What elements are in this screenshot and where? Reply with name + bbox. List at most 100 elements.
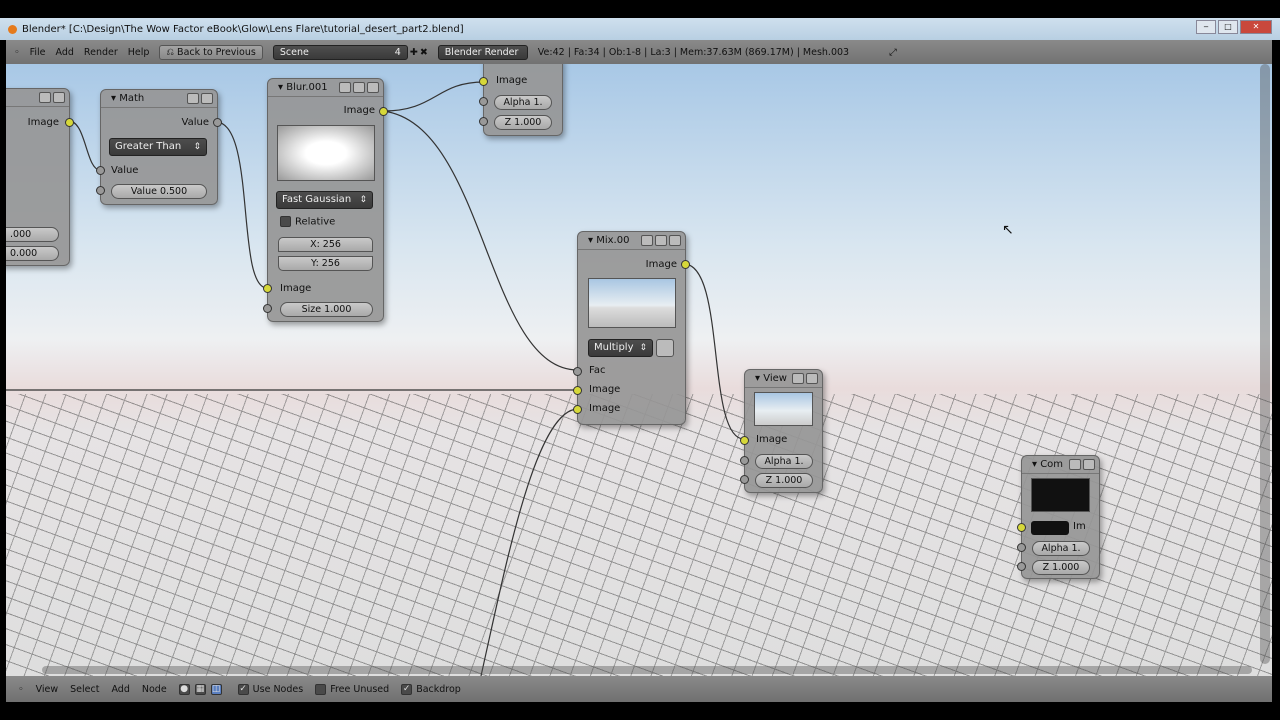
z-field[interactable]: Z 1.000 <box>1032 560 1090 575</box>
horizontal-scrollbar[interactable] <box>42 666 1252 674</box>
input-socket[interactable] <box>263 284 272 293</box>
node-editor-canvas[interactable]: Image .000 0.000 ▾ Math Value Greater Th… <box>6 64 1272 676</box>
input-socket[interactable] <box>573 405 582 414</box>
add-scene-icon[interactable]: ✚ <box>410 47 418 58</box>
value-field[interactable]: 0.000 <box>6 246 59 261</box>
scene-name: Scene <box>279 46 309 58</box>
backdrop-checkbox[interactable]: ✓ Backdrop <box>401 683 461 695</box>
node-composite[interactable]: ▾ Com Im Alpha 1. Z 1.000 <box>1017 455 1100 579</box>
backdrop-label: Backdrop <box>416 683 461 695</box>
input-socket[interactable] <box>96 166 105 175</box>
input-socket[interactable] <box>479 97 488 106</box>
size-x-field[interactable]: X: 256 <box>278 237 373 252</box>
node-title: Mix.00 <box>596 235 630 246</box>
color-swatch[interactable] <box>1031 521 1069 535</box>
input-socket[interactable] <box>1017 543 1026 552</box>
output-socket[interactable] <box>681 260 690 269</box>
mix-preview <box>588 278 676 328</box>
menu-add[interactable]: Add <box>111 684 129 695</box>
relative-checkbox[interactable]: Relative <box>280 216 335 228</box>
menu-file[interactable]: File <box>30 47 46 58</box>
menu-render[interactable]: Render <box>84 47 118 58</box>
size-field[interactable]: Size 1.000 <box>280 302 373 317</box>
relative-label: Relative <box>295 216 336 228</box>
input-label: Image <box>756 434 788 445</box>
node-viewer[interactable]: ▾ View Image Alpha 1. Z 1.000 <box>740 369 823 493</box>
maximize-button[interactable]: □ <box>1218 20 1238 34</box>
input-socket[interactable] <box>740 475 749 484</box>
size-y-field[interactable]: Y: 256 <box>278 256 373 271</box>
vertical-scrollbar[interactable] <box>1260 64 1270 664</box>
node-mix[interactable]: ▾ Mix.00 Image Multiply Fac Image Image <box>573 231 690 425</box>
output-socket[interactable] <box>379 107 388 116</box>
node-blur[interactable]: ▾ Blur.001 Image Fast Gaussian Relative … <box>263 78 388 322</box>
alpha-field[interactable]: Alpha 1. <box>755 454 813 469</box>
alpha-field[interactable]: Alpha 1. <box>494 95 552 110</box>
close-button[interactable]: ✕ <box>1240 20 1272 34</box>
shader-nodes-icon[interactable]: ● <box>178 683 190 695</box>
menu-node[interactable]: Node <box>142 684 167 695</box>
back-label: Back to Previous <box>177 46 256 58</box>
input-socket[interactable] <box>573 367 582 376</box>
node-editor-footer: ◦ View Select Add Node ● ▦ ◫ ✓ Use Nodes Fr… <box>6 676 1272 702</box>
node-title: Math <box>119 93 145 104</box>
alpha-toggle-icon[interactable] <box>656 339 674 357</box>
z-field[interactable]: Z 1.000 <box>494 115 552 130</box>
texture-nodes-icon[interactable]: ◫ <box>210 683 222 695</box>
input-label: Image <box>496 75 528 86</box>
blend-mode-select[interactable]: Multiply <box>588 339 653 357</box>
operation-select[interactable]: Greater Than <box>109 138 207 156</box>
minimize-button[interactable]: ‒ <box>1196 20 1216 34</box>
node-title: View <box>763 373 787 384</box>
node-title: Blur.001 <box>286 82 328 93</box>
input-socket[interactable] <box>263 304 272 313</box>
input-socket[interactable] <box>479 117 488 126</box>
value-field[interactable]: Value 0.500 <box>111 184 207 199</box>
menu-select[interactable]: Select <box>70 684 99 695</box>
input-socket[interactable] <box>96 186 105 195</box>
free-unused-checkbox[interactable]: Free Unused <box>315 683 390 695</box>
output-socket[interactable] <box>213 118 222 127</box>
back-to-previous-button[interactable]: ⎌ Back to Previous <box>159 44 263 60</box>
input-socket[interactable] <box>1017 523 1026 532</box>
blur-preview <box>277 125 375 181</box>
viewer-preview <box>754 392 813 426</box>
input-socket[interactable] <box>1017 562 1026 571</box>
node-math[interactable]: ▾ Math Value Greater Than Value Value 0.… <box>96 89 222 205</box>
input-label: Image <box>589 403 621 414</box>
alpha-field[interactable]: Alpha 1. <box>1032 541 1090 556</box>
remove-scene-icon[interactable]: ✖ <box>420 47 428 58</box>
render-engine-select[interactable]: Blender Render <box>437 44 528 60</box>
menu-view[interactable]: View <box>36 684 59 695</box>
editor-type-icon[interactable]: ◦ <box>14 47 20 58</box>
input-label: Fac <box>589 365 606 376</box>
output-socket[interactable] <box>65 118 74 127</box>
output-label: Image <box>343 105 375 116</box>
compositing-nodes-icon[interactable]: ▦ <box>194 683 206 695</box>
scene-selector[interactable]: Scene 4 <box>272 44 408 60</box>
input-label: Image <box>589 384 621 395</box>
composite-preview <box>1031 478 1090 512</box>
window-title: Blender* [C:\Design\The Wow Factor eBook… <box>22 23 464 35</box>
node-top[interactable]: Image Alpha 1. Z 1.000 <box>479 64 563 136</box>
editor-type-icon[interactable]: ◦ <box>18 684 24 695</box>
fullscreen-icon[interactable]: ⤢ <box>889 47 897 58</box>
output-label: Value <box>181 117 209 128</box>
input-socket[interactable] <box>479 77 488 86</box>
node-title: Com <box>1040 459 1064 470</box>
info-header: ◦ File Add Render Help ⎌ Back to Previou… <box>6 40 1272 64</box>
menu-help[interactable]: Help <box>128 47 150 58</box>
node-partial-left[interactable]: Image .000 0.000 <box>6 88 74 266</box>
menu-add[interactable]: Add <box>56 47 74 58</box>
output-label: Image <box>27 117 59 128</box>
link <box>480 408 579 676</box>
z-field[interactable]: Z 1.000 <box>755 473 813 488</box>
filter-type-select[interactable]: Fast Gaussian <box>276 191 373 209</box>
output-label: Image <box>645 259 677 270</box>
free-unused-label: Free Unused <box>330 683 390 695</box>
use-nodes-checkbox[interactable]: ✓ Use Nodes <box>237 683 303 695</box>
value-field[interactable]: .000 <box>6 227 59 242</box>
input-socket[interactable] <box>740 456 749 465</box>
input-socket[interactable] <box>573 386 582 395</box>
input-socket[interactable] <box>740 436 749 445</box>
